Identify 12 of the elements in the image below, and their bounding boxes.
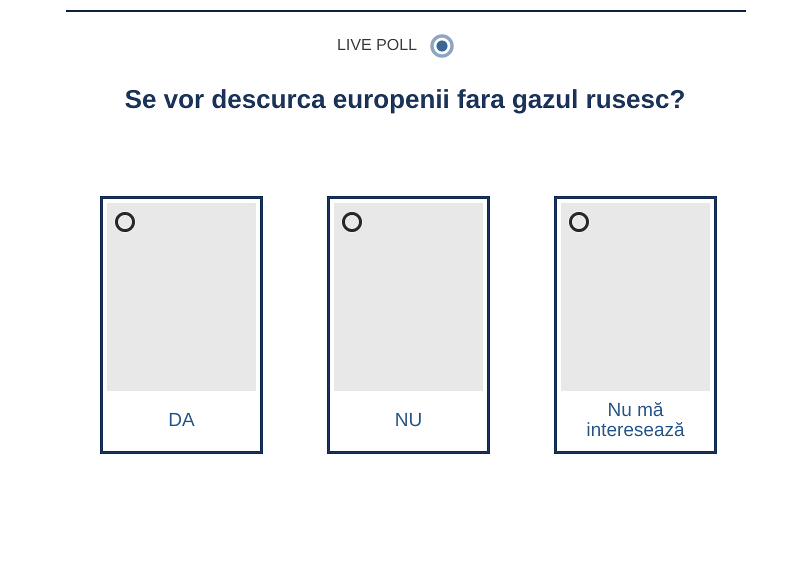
live-poll-label: LIVE POLL xyxy=(336,37,418,55)
radio-button[interactable] xyxy=(342,212,362,232)
option-label: NU xyxy=(394,411,422,431)
poll-option-card[interactable]: DA xyxy=(100,196,263,454)
radio-button[interactable] xyxy=(569,212,589,232)
poll-option-card[interactable]: Nu mă interesează xyxy=(554,196,717,454)
option-label: DA xyxy=(168,411,195,431)
option-label: Nu mă interesează xyxy=(585,401,686,441)
radio-button[interactable] xyxy=(115,212,135,232)
live-indicator-icon xyxy=(430,34,454,58)
poll-option-card[interactable]: NU xyxy=(327,196,490,454)
poll-question: Se vor descurca europenii fara gazul rusesc? xyxy=(124,84,686,115)
